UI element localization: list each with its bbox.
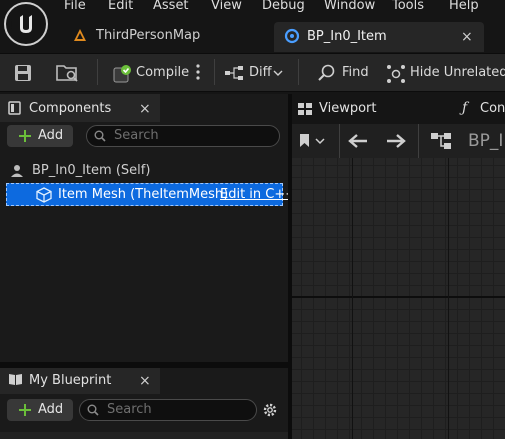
tree-item-self[interactable]: BP_In0_Item (Self) [6,161,286,181]
grid-axis-horizontal [292,296,505,298]
find-label: Find [342,65,369,80]
right-panel-tab-bar: Viewport ƒ Cons [292,94,505,124]
graph-toolbar: BP_I [292,124,505,158]
hide-unrelated-button[interactable]: Hide Unrelated [386,62,505,84]
menu-window[interactable]: Window [324,0,375,14]
my-blueprint-close-icon[interactable]: × [139,374,151,388]
tab-map-label: ThirdPersonMap [96,28,201,43]
toolbar-separator [418,124,419,158]
gear-icon[interactable] [262,402,278,418]
toolbar-separator [97,59,98,85]
search-icon [94,130,106,142]
blueprint-icon [284,28,300,44]
grid-major-line [448,158,449,439]
chevron-down-icon [273,70,283,76]
my-blueprint-add-button[interactable]: Add [7,399,73,421]
viewport-icon [298,103,312,115]
menu-view[interactable]: View [211,0,242,14]
my-blueprint-add-label: Add [38,402,64,417]
components-tab[interactable]: Components × [0,94,160,122]
components-title: Components [29,101,112,116]
menu-file[interactable]: File [64,0,86,14]
tree-mesh-label: Item Mesh (TheItemMesh) [58,187,229,202]
components-icon [8,101,21,115]
unreal-logo-icon[interactable] [4,2,48,46]
menu-debug[interactable]: Debug [262,0,305,14]
diff-button[interactable]: Diff [224,62,286,84]
my-blueprint-search-input[interactable]: Search [79,399,257,421]
tree-self-label: BP_In0_Item (Self) [32,163,151,178]
tab-viewport[interactable]: Viewport [292,94,442,124]
components-add-button[interactable]: Add [7,125,73,147]
map-icon [74,29,86,41]
components-search-placeholder: Search [114,128,159,143]
hierarchy-icon[interactable] [430,132,452,150]
tab-bp-in0-item[interactable]: BP_In0_Item × [274,22,484,52]
grid-major-line [352,158,353,439]
actor-icon [10,164,24,178]
components-add-label: Add [38,128,64,143]
edit-in-cpp-link[interactable]: Edit in C++ [220,183,296,206]
components-search-input[interactable]: Search [86,125,280,147]
my-blueprint-list-area [0,432,288,439]
arrow-left-icon[interactable] [348,134,368,148]
compile-icon [112,64,132,84]
diff-label: Diff [249,65,272,80]
toolbar-separator [298,59,299,85]
menu-tools[interactable]: Tools [392,0,424,14]
tab-viewport-label: Viewport [319,101,377,116]
graph-viewport[interactable] [292,158,505,439]
tree-item-item-mesh[interactable]: Item Mesh (TheItemMesh) Edit in C++ [6,183,296,206]
toolbar-separator [214,59,215,85]
components-close-icon[interactable]: × [139,102,151,116]
save-icon[interactable] [14,64,32,82]
add-plus-icon [19,404,31,416]
mesh-icon [36,187,52,203]
arrow-right-icon[interactable] [386,134,406,148]
add-plus-icon [19,130,31,142]
my-blueprint-title: My Blueprint [29,373,112,388]
my-blueprint-tab[interactable]: My Blueprint × [0,368,160,394]
tab-close-icon[interactable]: × [461,30,473,44]
hide-unrelated-label: Hide Unrelated [410,65,505,80]
hide-unrelated-icon [386,64,406,84]
bookmark-icon[interactable] [298,133,326,149]
tab-bp-label: BP_In0_Item [307,29,387,44]
search-icon [87,404,99,416]
tab-construction-script[interactable]: ƒ Cons [462,94,505,124]
book-icon [8,373,23,386]
menu-help[interactable]: Help [449,0,479,14]
toolbar-separator [339,124,340,158]
tab-third-person-map[interactable]: ThirdPersonMap [62,22,270,52]
diff-icon [224,65,246,81]
graph-breadcrumb: BP_I [468,131,504,151]
function-icon: ƒ [462,100,468,116]
menu-edit[interactable]: Edit [108,0,133,14]
find-icon [318,64,336,82]
compile-button[interactable]: Compile [110,62,210,84]
tab-construction-label: Cons [480,101,505,116]
my-blueprint-search-placeholder: Search [107,402,152,417]
compile-label: Compile [136,65,190,80]
menu-asset[interactable]: Asset [153,0,189,14]
more-icon[interactable] [196,64,200,80]
browse-icon[interactable] [56,63,80,83]
find-button[interactable]: Find [318,62,370,84]
